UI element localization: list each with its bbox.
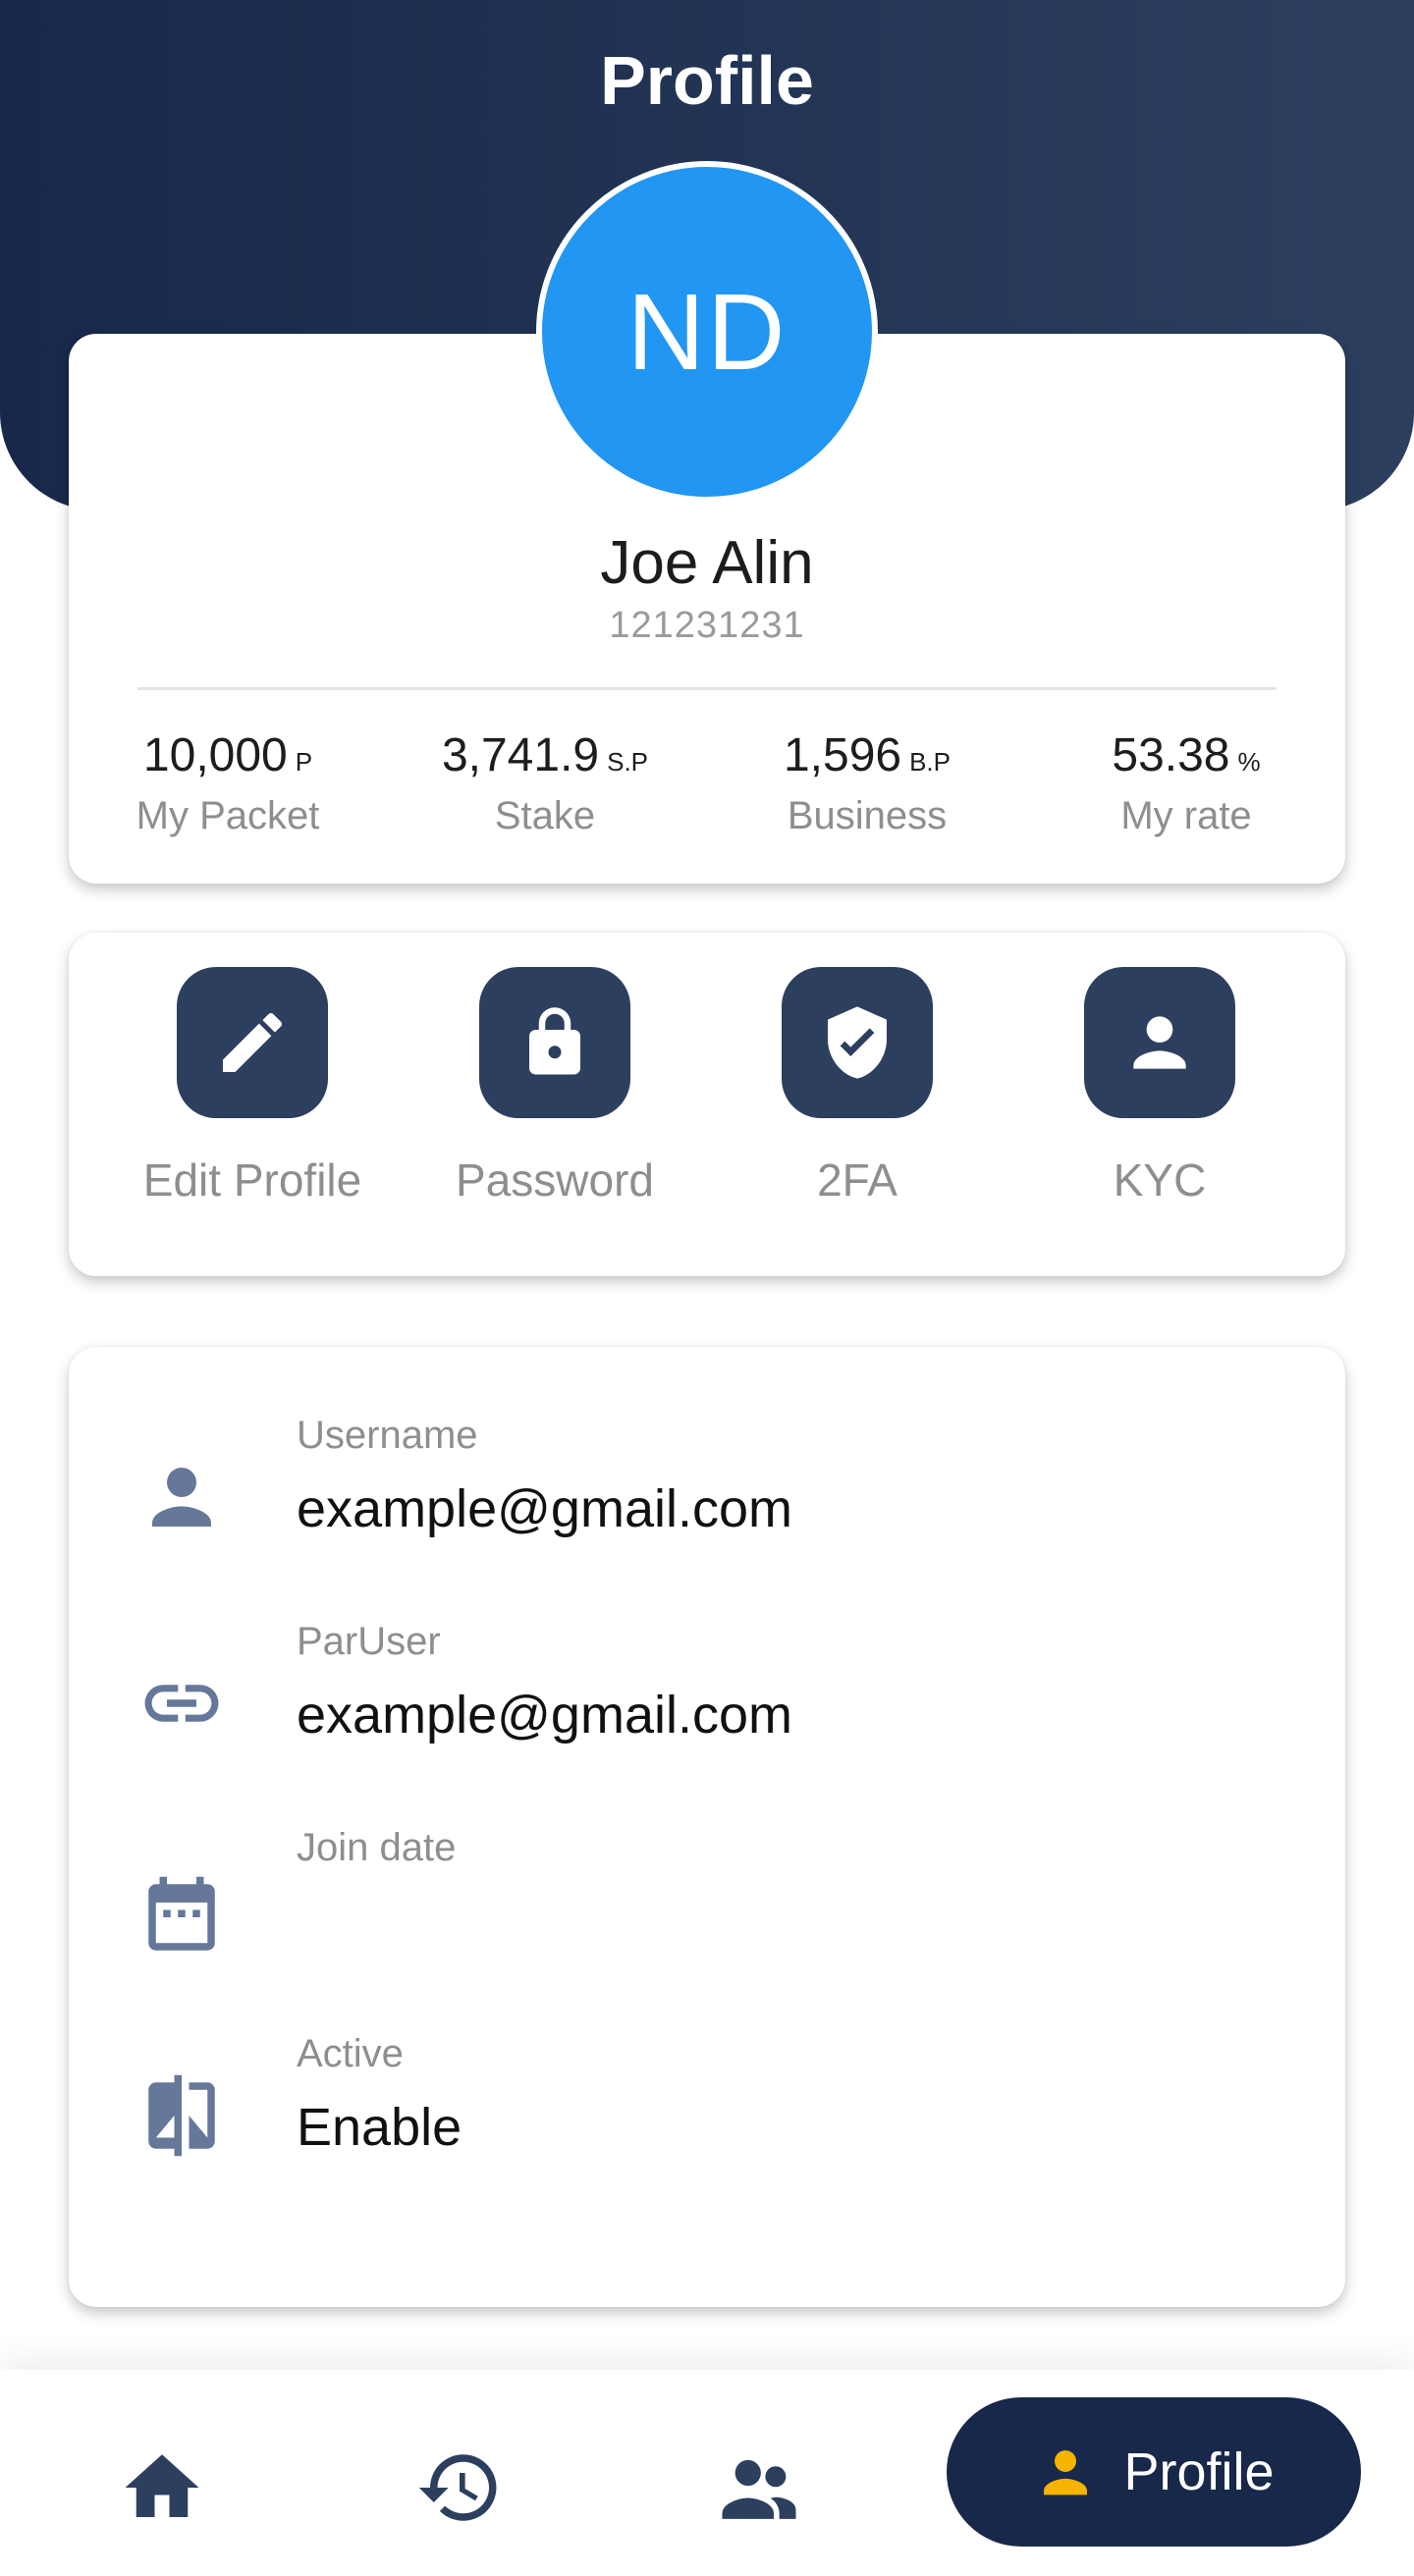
- link-icon: [144, 1685, 219, 1722]
- info-row-join-date: Join date: [137, 1826, 1218, 1983]
- stat-unit: B.P: [909, 747, 952, 777]
- lock-icon: [529, 1007, 580, 1075]
- stat-value: 3,741.9: [441, 729, 600, 781]
- home-icon[interactable]: [118, 2443, 206, 2532]
- person-icon: [1044, 2450, 1088, 2496]
- edit-profile-icon-box[interactable]: [177, 967, 328, 1118]
- shield-check-icon: [828, 1006, 887, 1079]
- paruser-label: ParUser: [297, 1620, 441, 1663]
- group-icon[interactable]: [715, 2443, 803, 2532]
- person-icon: [1133, 1016, 1186, 1069]
- user-name: Joe Alin: [600, 529, 814, 597]
- info-row-paruser: ParUser example@gmail.com: [137, 1620, 1218, 1777]
- history-icon[interactable]: [415, 2443, 504, 2532]
- stat-my-rate: 53.38% My rate: [1024, 728, 1348, 838]
- avatar-initials: ND: [626, 271, 788, 393]
- pencil-icon: [223, 1012, 283, 1072]
- stat-label: My rate: [1120, 794, 1252, 837]
- page-title: Profile: [600, 42, 814, 119]
- action-label: Edit Profile: [142, 1154, 362, 1206]
- password-button[interactable]: Password: [408, 967, 702, 1207]
- person-icon: [152, 1468, 211, 1527]
- stat-my-packet: 10,000 P My Packet: [66, 728, 390, 838]
- stat-unit: P: [295, 747, 313, 777]
- calendar-icon: [148, 1876, 215, 1951]
- join-date-label: Join date: [297, 1826, 457, 1869]
- 2fa-button[interactable]: 2FA: [710, 967, 1005, 1207]
- stat-value: 10,000: [142, 729, 288, 781]
- profile-nav-button[interactable]: Profile: [947, 2397, 1361, 2547]
- bottom-nav: Profile: [0, 2370, 1414, 2576]
- stat-stake: 3,741.9 S.P Stake: [383, 728, 707, 838]
- stat-value: 53.38: [1112, 729, 1230, 781]
- compare-icon: [148, 2074, 215, 2157]
- action-label: 2FA: [817, 1154, 897, 1206]
- profile-nav-label: Profile: [1123, 2442, 1275, 2501]
- password-icon-box[interactable]: [479, 967, 630, 1118]
- username-label: Username: [297, 1414, 478, 1457]
- stat-value: 1,596: [783, 729, 902, 781]
- active-value: Enable: [297, 2098, 462, 2157]
- action-label: Password: [456, 1154, 654, 1206]
- action-label: KYC: [1113, 1154, 1207, 1206]
- info-row-active: Active Enable: [137, 2032, 1218, 2189]
- username-value: example@gmail.com: [297, 1479, 792, 1538]
- kyc-button[interactable]: KYC: [1012, 967, 1307, 1207]
- 2fa-icon-box[interactable]: [782, 967, 933, 1118]
- active-label: Active: [297, 2032, 404, 2075]
- edit-profile-button[interactable]: Edit Profile: [105, 967, 400, 1207]
- stat-business: 1,596 B.P Business: [705, 728, 1029, 838]
- stat-label: My Packet: [136, 794, 320, 837]
- avatar[interactable]: ND: [536, 161, 878, 503]
- info-row-username: Username example@gmail.com: [137, 1414, 1218, 1571]
- stat-unit: S.P: [607, 747, 649, 777]
- stat-unit: %: [1237, 747, 1261, 777]
- stat-label: Stake: [494, 794, 596, 837]
- divider: [137, 687, 1277, 690]
- stat-label: Business: [787, 794, 948, 837]
- paruser-value: example@gmail.com: [297, 1686, 792, 1744]
- kyc-icon-box[interactable]: [1084, 967, 1235, 1118]
- user-id: 121231231: [609, 605, 805, 646]
